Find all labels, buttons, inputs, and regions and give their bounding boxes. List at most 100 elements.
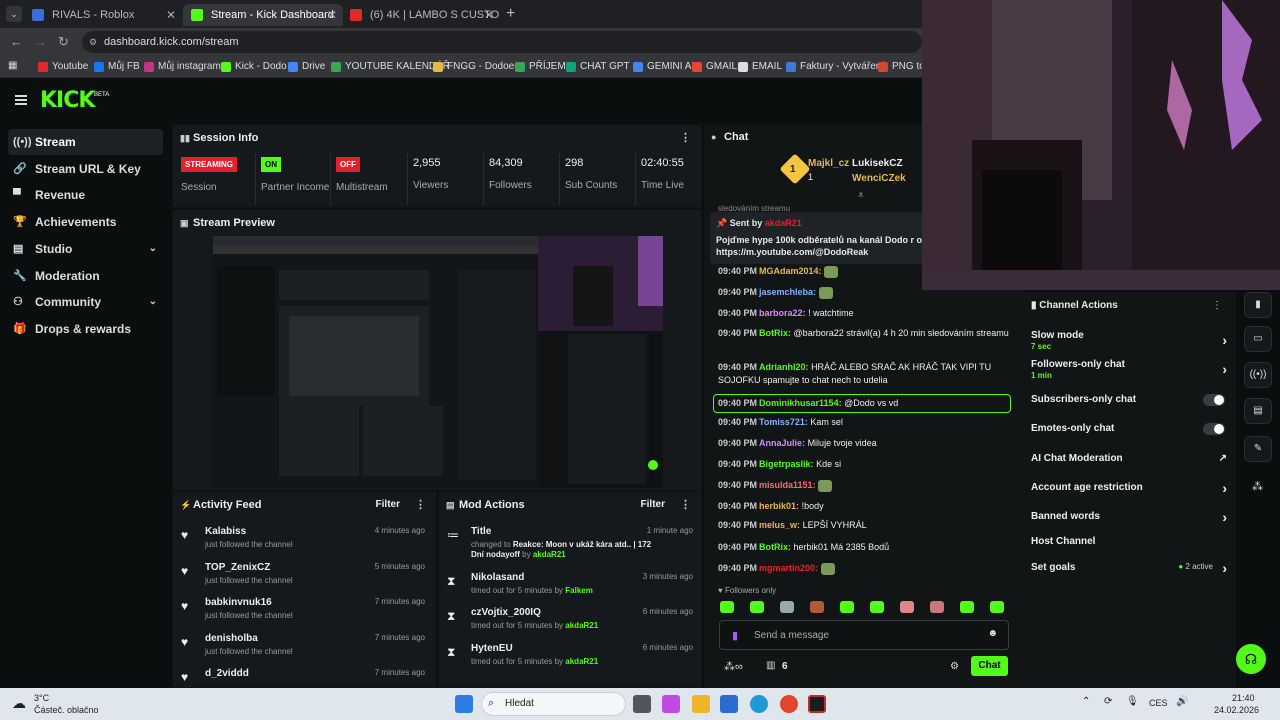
chat-username[interactable]: misulda1151: (759, 480, 816, 490)
external-link-icon[interactable]: ↗ (1219, 453, 1227, 464)
emote-icon[interactable] (870, 601, 884, 613)
channel-action-subscribers-only-chat[interactable]: Subscribers-only chat (1031, 394, 1227, 406)
activity-feed-item[interactable]: ♥ Kalabiss just followed the channel 4 minu… (173, 522, 433, 556)
emote-icon[interactable] (720, 601, 734, 613)
bookmark-item[interactable]: Můj instagram (144, 61, 221, 72)
tray-overflow-icon[interactable]: ⌃ (1082, 696, 1090, 707)
close-tab-icon[interactable]: ✕ (484, 4, 494, 26)
emote-icon[interactable] (810, 601, 824, 613)
menu-icon[interactable] (15, 95, 27, 105)
chevron-right-icon[interactable]: › (1222, 480, 1227, 496)
microphone-icon[interactable]: 🎙 (1126, 696, 1139, 707)
sidebar-item-community[interactable]: ⚇ Community ⌄ (8, 289, 163, 315)
chat-username[interactable]: Tomiss721: (759, 417, 808, 427)
toggle-switch[interactable] (1203, 423, 1225, 435)
bookmark-item[interactable]: Youtube (38, 61, 88, 72)
channel-action-account-age-restriction[interactable]: Account age restriction › (1031, 480, 1227, 496)
bookmark-item[interactable]: Faktury - Vytváření (786, 61, 884, 72)
bookmark-item[interactable]: Kick - Dodo (221, 61, 287, 72)
emote-icon[interactable] (840, 601, 854, 613)
sidebar-item-stream-url-key[interactable]: 🔗 Stream URL & Key (8, 156, 163, 182)
task-view-icon[interactable] (633, 695, 651, 713)
new-tab-icon[interactable]: + (506, 4, 515, 24)
kick-logo[interactable]: KICK (40, 88, 95, 113)
help-support-icon[interactable]: ☊ (1236, 644, 1266, 674)
filter-button[interactable]: Filter (376, 492, 400, 518)
chevron-down-icon[interactable]: ⌄ (149, 289, 157, 315)
chat-message[interactable]: 09:40 PM Bigetrpaslik: Kde si (718, 458, 1016, 471)
chrome-icon[interactable] (780, 695, 798, 713)
bookmark-item[interactable]: GEMINI AI (633, 61, 694, 72)
settings-gear-icon[interactable]: ⚙ (950, 661, 959, 672)
more-options-icon[interactable]: ⋮ (680, 125, 691, 151)
emote-icon[interactable] (960, 601, 974, 613)
activity-feed-item[interactable]: ♥ denisholba just followed the channel 7 mi… (173, 629, 433, 663)
mod-action-item[interactable]: ⧗ HytenEU timed out for 5 minutes by akdaR… (439, 639, 701, 673)
more-options-icon[interactable]: ⋮ (415, 492, 426, 518)
weather-icon[interactable]: ☁ (12, 695, 26, 712)
stream-preview-video[interactable] (213, 236, 663, 488)
rail-button-stream[interactable]: ▮ (1244, 292, 1272, 318)
edge-icon[interactable] (750, 695, 768, 713)
points-icon[interactable]: ⁂∞ (724, 660, 743, 673)
bookmark-item[interactable]: FNGG - Dodoeu (433, 61, 520, 72)
sidebar-item-moderation[interactable]: 🔧 Moderation (8, 263, 163, 289)
chat-username[interactable]: herbik01: (759, 501, 799, 511)
chat-username[interactable]: Bigetrpaslik: (759, 459, 814, 469)
browser-tab-rivals[interactable]: RIVALS - Roblox ✕ (24, 4, 182, 26)
channel-action-host-channel[interactable]: Host Channel (1031, 536, 1227, 547)
emote-icon[interactable] (750, 601, 764, 613)
rail-chat-icon[interactable]: ▭ (1244, 326, 1272, 352)
channel-action-followers-only-chat[interactable]: Followers-only chat 1 min › (1031, 359, 1227, 380)
bookmark-item[interactable]: Drive (288, 61, 325, 72)
chat-message[interactable]: 09:40 PM melus_w: LEPŠÍ VYHRÁL (718, 519, 1016, 532)
bookmark-item[interactable]: EMAIL (738, 61, 782, 72)
chat-message[interactable]: 09:40 PM herbik01: !body (718, 500, 1016, 513)
emoji-icon[interactable]: ☻ (987, 628, 998, 639)
mic-icon[interactable]: ▮ (732, 629, 738, 642)
chat-message[interactable]: 09:40 PM BotRix: @barbora22 strávil(a) 4 … (718, 327, 1016, 340)
chat-message[interactable]: 09:40 PM AnnaJulie: Miluje tvoje videa (718, 437, 1016, 450)
clock-date[interactable]: 24.02.2026 (1214, 705, 1259, 715)
language-indicator[interactable]: CES (1149, 698, 1168, 708)
chat-username[interactable]: jasemchleba: (759, 287, 816, 297)
chat-message[interactable]: 09:40 PM mgmartin200: (718, 562, 1016, 575)
activity-feed-item[interactable]: ♥ TOP_ZenixCZ just followed the channel 5 m… (173, 558, 433, 592)
volume-icon[interactable]: 🔊 (1176, 696, 1188, 707)
pinned-message[interactable]: 📌 Sent by akdaR21 Pojďme hype 100k odběr… (710, 212, 924, 264)
sidebar-item-revenue[interactable]: ▀ Revenue (8, 182, 163, 208)
filter-button[interactable]: Filter (641, 492, 665, 518)
chat-username[interactable]: BotRix: (759, 328, 791, 338)
sidebar-item-studio[interactable]: ▤ Studio ⌄ (8, 236, 163, 262)
chat-send-button[interactable]: Chat (971, 656, 1008, 676)
channel-action-banned-words[interactable]: Banned words › (1031, 509, 1227, 525)
chat-message[interactable]: 09:40 PM Tomiss721: Kam sel (718, 416, 1016, 429)
chat-username[interactable]: AnnaJulie: (759, 438, 805, 448)
chat-message[interactable]: 09:40 PM Dominikhusar1154: @Dodo vs vd (713, 394, 1011, 413)
outlook-icon[interactable] (720, 695, 738, 713)
site-info-icon[interactable]: ⚙ (89, 31, 97, 53)
chat-username[interactable]: Dominikhusar1154: (759, 398, 842, 408)
rail-layout-icon[interactable]: ▤ (1244, 398, 1272, 424)
forward-icon[interactable]: → (34, 34, 47, 49)
moderator-name[interactable]: Falkem (565, 586, 593, 595)
chat-username[interactable]: BotRix: (759, 542, 791, 552)
clock-time[interactable]: 21:40 (1232, 693, 1255, 703)
bookmark-item[interactable]: PŘÍJEM (515, 61, 566, 72)
chat-message[interactable]: 09:40 PM BotRix: herbik01 Má 2385 Bodů (718, 541, 1016, 554)
bookmark-item[interactable]: CHAT GPT (566, 61, 630, 72)
mod-action-item[interactable]: ≔ Title changed to Reakce: Moon v ukáž kár… (439, 522, 701, 568)
chat-username[interactable]: barbora22: (759, 308, 806, 318)
windows-start-icon[interactable] (455, 695, 473, 713)
emote-icon[interactable] (900, 601, 914, 613)
sidebar-item-drops-rewards[interactable]: 🎁 Drops & rewards (8, 316, 163, 342)
emote-icon[interactable] (930, 601, 944, 613)
chat-username[interactable]: MGAdam2014: (759, 266, 822, 276)
chat-username[interactable]: Adrianhl20: (759, 362, 809, 372)
apps-grid-icon[interactable]: ▦ (8, 60, 17, 71)
gift-icon[interactable]: ▥ (766, 660, 775, 671)
rail-broadcast-icon[interactable]: ((•)) (1244, 362, 1272, 388)
sync-icon[interactable]: ⟳ (1104, 696, 1112, 707)
chat-message[interactable]: 09:40 PM misulda1151: (718, 479, 1016, 492)
chevron-right-icon[interactable]: › (1222, 332, 1227, 348)
